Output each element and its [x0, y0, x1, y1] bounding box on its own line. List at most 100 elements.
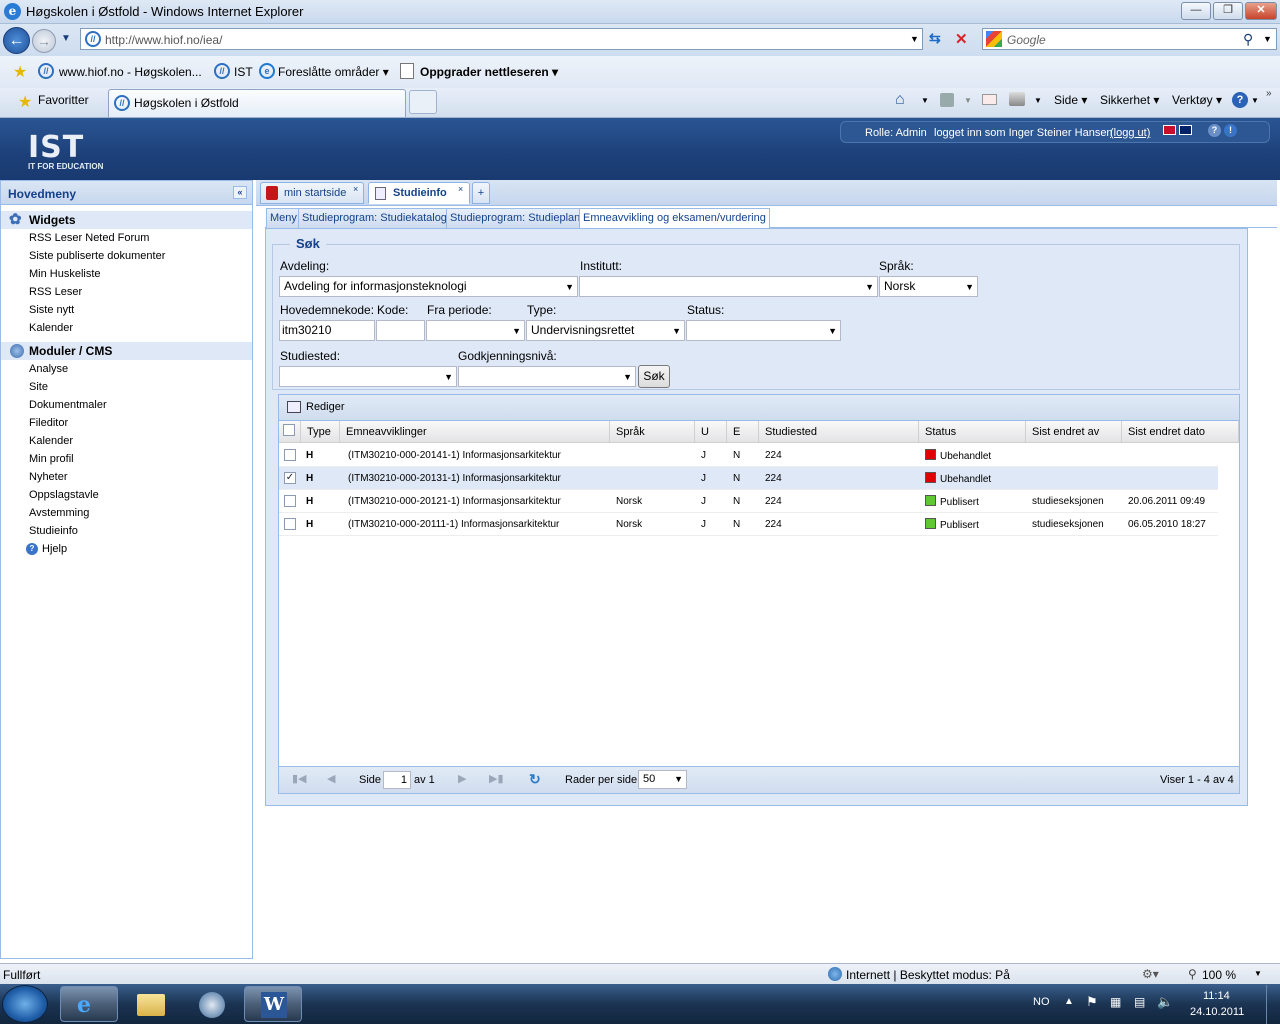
- last-page-icon[interactable]: ▶▮: [489, 772, 504, 785]
- chevron-more-icon[interactable]: »: [1266, 88, 1272, 99]
- cell-emneavvikling[interactable]: (ITM30210-000-20141-1) Informasjonsarkit…: [348, 444, 561, 467]
- network-icon[interactable]: ▤: [1134, 995, 1145, 1009]
- cell-emneavvikling[interactable]: (ITM30210-000-20131-1) Informasjonsarkit…: [348, 467, 561, 490]
- row-checkbox[interactable]: ✓: [284, 472, 296, 484]
- menu-group-modules[interactable]: Moduler / CMS: [1, 342, 252, 360]
- restore-button[interactable]: ❐: [1213, 2, 1243, 20]
- table-row[interactable]: H (ITM30210-000-20121-1) Informasjonsarki…: [279, 490, 1218, 513]
- studiested-select[interactable]: ▼: [279, 366, 457, 387]
- hovedemnekode-input[interactable]: itm30210: [279, 320, 375, 341]
- address-dropdown-icon[interactable]: ▼: [910, 34, 919, 44]
- info-icon[interactable]: !: [1224, 124, 1237, 137]
- close-window-button[interactable]: ✕: [1245, 2, 1277, 20]
- row-checkbox[interactable]: [284, 449, 296, 461]
- history-dropdown-icon[interactable]: ▼: [61, 33, 71, 44]
- header-u[interactable]: U: [695, 421, 727, 443]
- add-favorites-icon[interactable]: ★: [13, 62, 27, 82]
- show-desktop-button[interactable]: [1266, 985, 1280, 1024]
- tab-close-icon[interactable]: ×: [353, 184, 358, 194]
- language-indicator[interactable]: NO: [1033, 996, 1050, 1008]
- menu-item-rss[interactable]: RSS Leser: [29, 286, 82, 298]
- menu-item-site[interactable]: Site: [29, 381, 48, 393]
- help-icon[interactable]: ?: [1232, 92, 1248, 108]
- menu-item-todo[interactable]: Min Huskeliste: [29, 268, 101, 280]
- new-tab-button[interactable]: [409, 90, 437, 114]
- feeds-dropdown-icon[interactable]: ▼: [964, 96, 972, 105]
- favorites-button[interactable]: Favoritter: [38, 93, 89, 107]
- tab-studieinfo[interactable]: Studieinfo ×: [368, 182, 470, 204]
- link-suggested-sites[interactable]: Foreslåtte områder ▾: [278, 65, 389, 79]
- type-select[interactable]: Undervisningsrettet ▼: [526, 320, 685, 341]
- tools-menu[interactable]: Verktøy ▾: [1172, 93, 1222, 107]
- search-icon[interactable]: ⚲: [1243, 31, 1253, 48]
- help-icon[interactable]: ?: [1208, 124, 1221, 137]
- header-studiested[interactable]: Studiested: [759, 421, 919, 443]
- add-tab-button[interactable]: +: [472, 182, 490, 204]
- first-page-icon[interactable]: ▮◀: [292, 772, 307, 785]
- page-input[interactable]: 1: [383, 771, 411, 789]
- institutt-select[interactable]: ▼: [579, 276, 878, 297]
- taskbar-ie-button[interactable]: e: [60, 986, 118, 1022]
- tray-expand-icon[interactable]: ▲: [1064, 996, 1074, 1007]
- english-flag-icon[interactable]: [1179, 125, 1192, 135]
- row-checkbox[interactable]: [284, 495, 296, 507]
- refresh-icon[interactable]: ↻: [529, 771, 541, 788]
- header-status[interactable]: Status: [919, 421, 1026, 443]
- cell-emneavvikling[interactable]: (ITM30210-000-20121-1) Informasjonsarkit…: [348, 490, 561, 513]
- table-row[interactable]: H (ITM30210-000-20111-1) Informasjonsarki…: [279, 513, 1218, 536]
- subtab-studieplan[interactable]: Studieprogram: Studieplan: [446, 208, 585, 228]
- address-bar[interactable]: // http://www.hiof.no/iea/ ▼: [80, 28, 923, 50]
- link-upgrade-browser[interactable]: Oppgrader nettleseren ▾: [420, 65, 558, 79]
- menu-item-rss-neted[interactable]: RSS Leser Neted Forum: [29, 232, 149, 244]
- header-sprak[interactable]: Språk: [610, 421, 695, 443]
- menu-item-poll[interactable]: Avstemming: [29, 507, 89, 519]
- tray-app-icon[interactable]: ▦: [1110, 995, 1121, 1009]
- mail-icon[interactable]: [982, 94, 997, 105]
- volume-icon[interactable]: 🔈: [1157, 994, 1173, 1010]
- tab-min-startside[interactable]: min startside ×: [260, 182, 364, 204]
- start-button[interactable]: [2, 985, 48, 1023]
- menu-item-calendar[interactable]: Kalender: [29, 322, 73, 334]
- feeds-icon[interactable]: [940, 93, 954, 107]
- stop-icon[interactable]: ✕: [955, 30, 968, 48]
- menu-item-analyse[interactable]: Analyse: [29, 363, 68, 375]
- minimize-button[interactable]: —: [1181, 2, 1211, 20]
- next-page-icon[interactable]: ▶: [458, 772, 466, 785]
- security-zone[interactable]: Internett | Beskyttet modus: På: [846, 968, 1010, 982]
- clock-date[interactable]: 24.10.2011: [1190, 1006, 1244, 1018]
- sprak-select[interactable]: Norsk ▼: [879, 276, 978, 297]
- header-endret-av[interactable]: Sist endret av: [1026, 421, 1122, 443]
- menu-item-studieinfo[interactable]: Studieinfo: [29, 525, 78, 537]
- action-center-icon[interactable]: ⚑: [1086, 994, 1098, 1010]
- logout-link[interactable]: (logg ut): [1110, 127, 1150, 139]
- menu-item-noticeboard[interactable]: Oppslagstavle: [29, 489, 99, 501]
- search-button[interactable]: Søk: [638, 365, 670, 388]
- menu-item-help[interactable]: Hjelp: [42, 543, 67, 555]
- clock-time[interactable]: 11:14: [1203, 990, 1230, 1002]
- search-options-icon[interactable]: ▼: [1263, 34, 1272, 44]
- menu-group-widgets[interactable]: ✿ Widgets: [1, 211, 252, 229]
- zoom-dropdown-icon[interactable]: ▼: [1254, 969, 1262, 978]
- browser-tab-active[interactable]: // Høgskolen i Østfold: [108, 89, 406, 117]
- menu-item-latest-docs[interactable]: Siste publiserte dokumenter: [29, 250, 165, 262]
- compat-view-icon[interactable]: ⇆: [929, 30, 941, 47]
- header-emneavviklinger[interactable]: Emneavviklinger: [340, 421, 610, 443]
- taskbar-thunderbird-button[interactable]: [183, 986, 241, 1022]
- kode-input[interactable]: [376, 320, 425, 341]
- taskbar-explorer-button[interactable]: [121, 986, 179, 1022]
- table-row[interactable]: H (ITM30210-000-20141-1) Informasjonsarki…: [279, 444, 1218, 467]
- menu-item-news-cms[interactable]: Nyheter: [29, 471, 68, 483]
- forward-button[interactable]: →: [32, 29, 56, 53]
- tab-close-icon[interactable]: ×: [458, 184, 463, 194]
- page-menu[interactable]: Side ▾: [1054, 93, 1087, 107]
- safety-menu[interactable]: Sikkerhet ▾: [1100, 93, 1159, 107]
- home-dropdown-icon[interactable]: ▼: [921, 96, 929, 105]
- print-icon[interactable]: [1009, 92, 1025, 106]
- home-icon[interactable]: ⌂: [895, 91, 905, 109]
- menu-item-profile[interactable]: Min profil: [29, 453, 74, 465]
- search-box[interactable]: Google ⚲ ▼: [982, 28, 1277, 50]
- link-ist[interactable]: IST: [234, 65, 253, 79]
- back-button[interactable]: ←: [3, 27, 30, 54]
- collapse-panel-icon[interactable]: «: [233, 186, 247, 199]
- status-select[interactable]: ▼: [686, 320, 841, 341]
